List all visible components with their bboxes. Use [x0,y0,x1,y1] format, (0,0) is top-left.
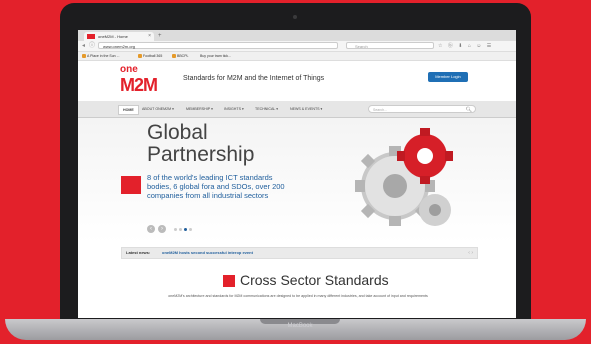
website-content: one M2M Standards for M2M and the Intern… [78,61,516,318]
bookmark-item[interactable]: A Place in the Sun ... [82,52,120,60]
bookmark-item[interactable]: BBCPL [172,52,188,60]
menu-news-events[interactable]: NEWS & EVENTS ▾ [290,105,322,113]
site-menu: HOME ABOUT ONEM2M ▾ MEMBERSHIP ▾ INSIGHT… [78,101,516,118]
slider-dot[interactable] [179,228,182,231]
new-tab-button[interactable]: + [158,32,162,40]
bookmark-item[interactable]: Buy your tram tick... [200,52,231,60]
tab-onem2m-home[interactable]: oneM2M - Home × [84,32,154,41]
slider-dot[interactable] [189,228,192,231]
news-headline-link[interactable]: oneM2M hosts second successful interop e… [162,248,253,258]
menu-technical[interactable]: TECHNICAL ▾ [255,105,278,113]
menu-about[interactable]: ABOUT ONEM2M ▾ [142,105,174,113]
member-login-button[interactable]: Member Login [428,72,468,82]
onem2m-logo[interactable]: one M2M [120,65,166,99]
bookmarks-bar: A Place in the Sun ... Football 365 BBCP… [78,52,516,61]
news-label: Latest news: [126,250,151,255]
slider-dot-active[interactable] [184,228,187,231]
slider-prev-button[interactable]: ‹ [147,225,155,233]
site-tagline: Standards for M2M and the Internet of Th… [183,75,325,82]
cross-sector-text: oneM2M's architecture and standards for … [168,294,428,298]
bookmark-icon [172,54,176,59]
bookmark-icon [82,54,86,59]
browser-search-input[interactable]: Search [346,42,434,49]
hero-text: 8 of the world's leading ICT standards b… [147,173,285,200]
hero-red-square [121,176,141,194]
tab-bar: oneM2M - Home × + [78,30,516,41]
menu-membership[interactable]: MEMBERSHIP ▾ [186,105,213,113]
hero-slider: Global Partnership 8 of the world's lead… [78,118,516,243]
info-icon[interactable]: ⓘ [89,42,95,50]
site-search-input[interactable]: Search... 🔍︎ [368,105,476,113]
gears-illustration [355,128,453,226]
slider-next-button[interactable]: › [158,225,166,233]
gear-silver-small [419,194,451,226]
favicon-icon [87,34,95,39]
back-icon[interactable]: ◂ [82,42,85,50]
logo-text-top: one [120,64,138,75]
hero-title-line2: Partnership [147,143,255,166]
close-tab-icon[interactable]: × [148,32,151,41]
navigation-bar: ◂ ⓘ www.onem2m.org Search ☆ ⓑ ⬇ ⌂ ☺ ☰ [78,41,516,52]
browser-screen: oneM2M - Home × + ◂ ⓘ www.onem2m.org Sea… [78,30,516,318]
tab-title: oneM2M - Home [98,34,128,39]
bookmark-icon [138,54,142,59]
hero-title-line1: Global [147,121,208,144]
news-nav-arrows[interactable]: ‹ › [468,250,473,256]
latest-news-bar: Latest news: oneM2M hosts second success… [121,247,478,259]
logo-text-bottom: M2M [120,75,158,95]
menu-home[interactable]: HOME [118,105,139,115]
camera-dot [293,15,297,19]
slider-dot[interactable] [174,228,177,231]
laptop-brand-label: MacBook [287,323,313,329]
toolbar-icons[interactable]: ☆ ⓑ ⬇ ⌂ ☺ ☰ [438,42,493,50]
search-icon[interactable]: 🔍︎ [466,106,472,114]
menu-insights[interactable]: INSIGHTS ▾ [224,105,244,113]
cross-sector-title: Cross Sector Standards [240,272,389,288]
address-bar[interactable]: www.onem2m.org [98,42,338,49]
cross-red-square [223,275,235,287]
bookmark-item[interactable]: Football 365 [138,52,162,60]
